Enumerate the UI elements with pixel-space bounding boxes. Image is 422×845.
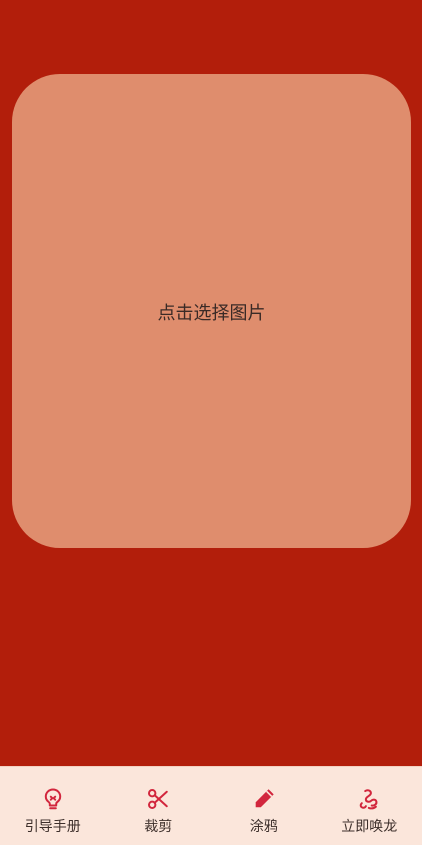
scissors-icon [144, 785, 172, 813]
lightbulb-icon [39, 785, 67, 813]
image-picker-label: 点击选择图片 [157, 303, 266, 324]
tab-crop[interactable]: 裁剪 [106, 767, 212, 845]
bottom-tab-bar: 引导手册 裁剪 涂鸦 立即唤龙 [0, 766, 422, 845]
app-screen: 点击选择图片 引导手册 裁剪 涂鸦 立即唤龙 [0, 0, 422, 845]
dragon-squiggle-icon [355, 785, 383, 813]
tab-summon[interactable]: 立即唤龙 [317, 767, 422, 845]
tab-guide-label: 引导手册 [24, 819, 81, 835]
tab-doodle-label: 涂鸦 [249, 819, 278, 835]
tab-crop-label: 裁剪 [144, 819, 173, 835]
tab-doodle[interactable]: 涂鸦 [211, 767, 317, 845]
pencil-icon [255, 789, 274, 808]
tab-summon-label: 立即唤龙 [341, 819, 398, 835]
tab-guide[interactable]: 引导手册 [0, 767, 106, 845]
image-picker-area[interactable]: 点击选择图片 [12, 74, 411, 548]
